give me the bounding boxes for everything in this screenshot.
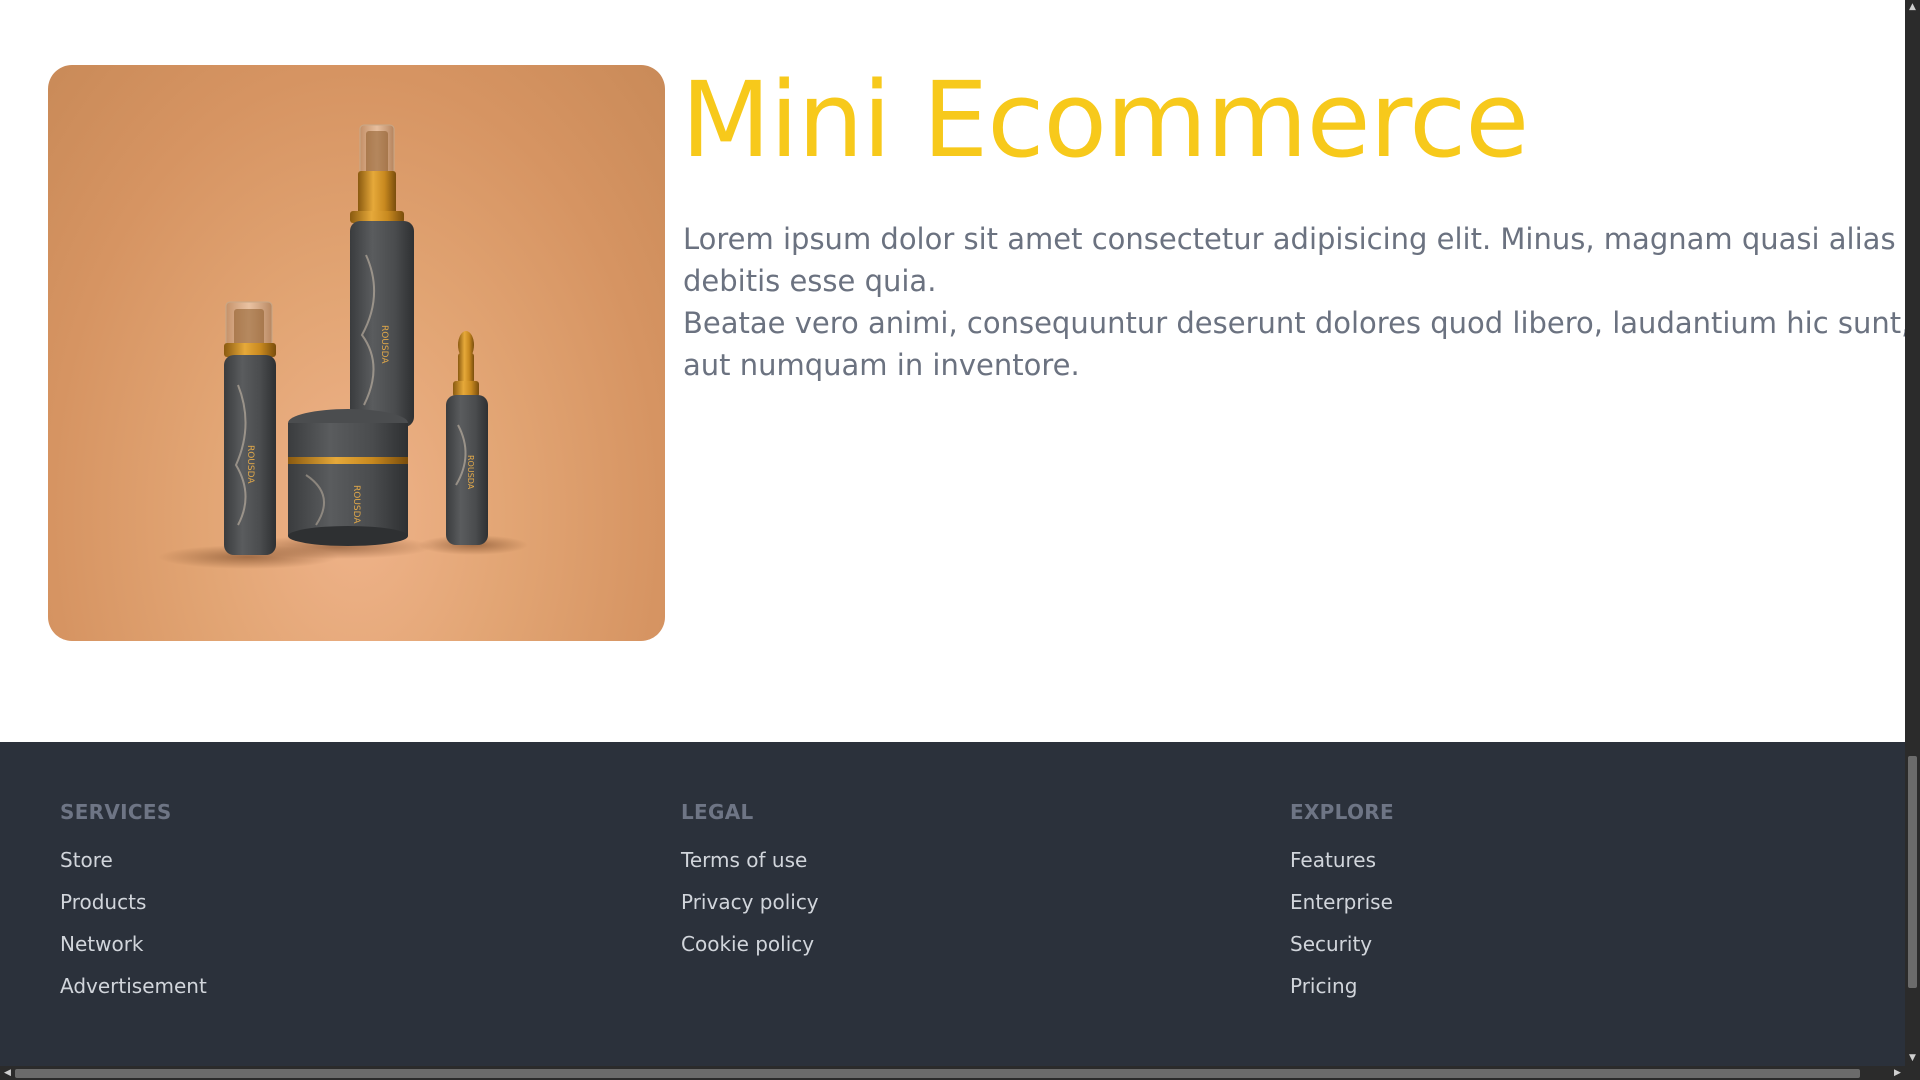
footer-link-terms[interactable]: Terms of use bbox=[681, 848, 807, 872]
footer-link-security[interactable]: Security bbox=[1290, 932, 1372, 956]
svg-text:ROUSDA: ROUSDA bbox=[245, 445, 255, 484]
svg-text:ROUSDA: ROUSDA bbox=[379, 325, 389, 364]
horizontal-scrollbar[interactable]: ◀ ▶ bbox=[0, 1066, 1905, 1080]
scrollbar-corner bbox=[1905, 1066, 1920, 1080]
list-item: Pricing bbox=[1290, 972, 1394, 1014]
scroll-down-arrow-icon[interactable]: ▼ bbox=[1905, 1051, 1920, 1066]
footer-column-legal: LEGAL Terms of use Privacy policy Cookie… bbox=[681, 800, 819, 972]
footer-heading-legal: LEGAL bbox=[681, 800, 754, 824]
list-item: Cookie policy bbox=[681, 930, 819, 972]
svg-text:ROUSDA: ROUSDA bbox=[466, 455, 475, 490]
hero-paragraph: Lorem ipsum dolor sit amet consectetur a… bbox=[683, 222, 1896, 298]
list-item: Privacy policy bbox=[681, 888, 819, 930]
scroll-up-arrow-icon[interactable]: ▲ bbox=[1905, 0, 1920, 15]
site-footer: SERVICES Store Products Network Advertis… bbox=[0, 742, 1905, 1066]
footer-link-cookie[interactable]: Cookie policy bbox=[681, 932, 814, 956]
footer-heading-services: SERVICES bbox=[60, 800, 172, 824]
page-viewport: ROUSDA ROUSDA ROUSDA ROUSDA Mini Ecommer… bbox=[0, 0, 1905, 1066]
cosmetic-products-image: ROUSDA ROUSDA ROUSDA ROUSDA bbox=[48, 65, 665, 641]
footer-link-enterprise[interactable]: Enterprise bbox=[1290, 890, 1393, 914]
hero-paragraph: Beatae vero animi, consequuntur deserunt… bbox=[683, 306, 1905, 382]
footer-column-explore: EXPLORE Features Enterprise Security Pri… bbox=[1290, 800, 1394, 1014]
vertical-scrollbar[interactable]: ▲ ▼ bbox=[1905, 0, 1920, 1066]
vertical-scroll-thumb[interactable] bbox=[1908, 756, 1917, 988]
footer-link-pricing[interactable]: Pricing bbox=[1290, 974, 1357, 998]
footer-links-legal: Terms of use Privacy policy Cookie polic… bbox=[681, 846, 819, 972]
footer-column-services: SERVICES Store Products Network Advertis… bbox=[60, 800, 207, 1014]
list-item: Advertisement bbox=[60, 972, 207, 1014]
horizontal-scroll-thumb[interactable] bbox=[15, 1069, 1860, 1078]
hero-description: Lorem ipsum dolor sit amet consectetur a… bbox=[683, 218, 1905, 386]
list-item: Store bbox=[60, 846, 207, 888]
footer-link-features[interactable]: Features bbox=[1290, 848, 1376, 872]
footer-heading-explore: EXPLORE bbox=[1290, 800, 1394, 824]
footer-link-store[interactable]: Store bbox=[60, 848, 113, 872]
cosmetic-products-illustration: ROUSDA ROUSDA ROUSDA ROUSDA bbox=[158, 124, 528, 569]
scroll-left-arrow-icon[interactable]: ◀ bbox=[0, 1066, 15, 1080]
footer-link-network[interactable]: Network bbox=[60, 932, 144, 956]
list-item: Features bbox=[1290, 846, 1394, 888]
list-item: Security bbox=[1290, 930, 1394, 972]
footer-link-privacy[interactable]: Privacy policy bbox=[681, 890, 819, 914]
list-item: Terms of use bbox=[681, 846, 819, 888]
list-item: Network bbox=[60, 930, 207, 972]
svg-text:ROUSDA: ROUSDA bbox=[351, 485, 361, 524]
footer-links-explore: Features Enterprise Security Pricing bbox=[1290, 846, 1394, 1014]
scroll-right-arrow-icon[interactable]: ▶ bbox=[1890, 1066, 1905, 1080]
footer-links-services: Store Products Network Advertisement bbox=[60, 846, 207, 1014]
list-item: Products bbox=[60, 888, 207, 930]
page-title: Mini Ecommerce bbox=[681, 59, 1529, 181]
footer-link-advertisement[interactable]: Advertisement bbox=[60, 974, 207, 998]
hero-section: ROUSDA ROUSDA ROUSDA ROUSDA Mini Ecommer… bbox=[0, 0, 1905, 742]
footer-link-products[interactable]: Products bbox=[60, 890, 146, 914]
list-item: Enterprise bbox=[1290, 888, 1394, 930]
